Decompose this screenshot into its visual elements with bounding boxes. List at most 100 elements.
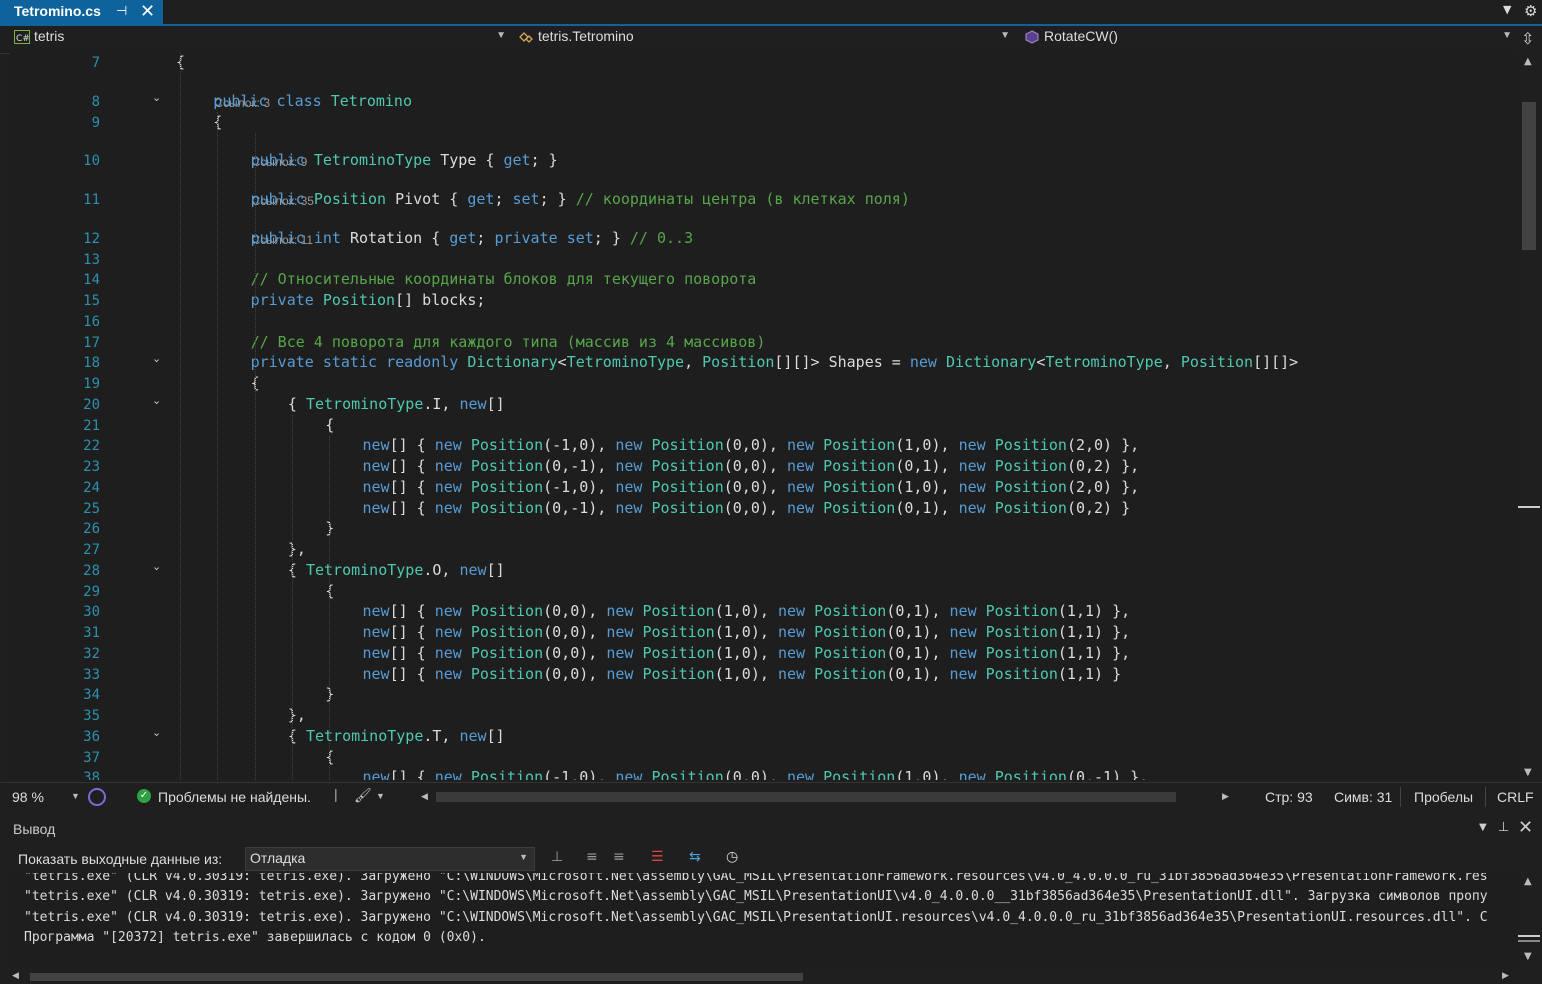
close-icon[interactable]: ✕ xyxy=(1518,817,1533,838)
code-line[interactable]: new[] { new Position(0,0), new Position(… xyxy=(363,665,1122,683)
caret-position-marker xyxy=(1518,506,1540,508)
indentation-mode[interactable]: Пробелы xyxy=(1414,789,1473,805)
chevron-down-icon[interactable]: ▼ xyxy=(1503,3,1511,16)
code-line[interactable]: new[] { new Position(-1,0), new Position… xyxy=(363,478,1140,496)
code-line[interactable]: new[] { new Position(-1,0), new Position… xyxy=(363,768,1149,780)
chevron-down-icon: ▼ xyxy=(519,852,528,862)
scrollbar-thumb[interactable] xyxy=(1522,102,1536,250)
chevron-down-icon[interactable]: ▼ xyxy=(1479,822,1487,833)
scrollbar-thumb[interactable] xyxy=(30,973,803,981)
code-token: Position xyxy=(642,623,715,641)
code-line[interactable]: private static readonly Dictionary<Tetro… xyxy=(251,353,1299,371)
code-line[interactable]: // Все 4 поворота для каждого типа (масс… xyxy=(251,333,766,351)
code-token: private xyxy=(250,291,323,309)
code-line[interactable]: // Относительные координаты блоков для т… xyxy=(251,270,757,288)
code-token: // Относительные координаты блоков для т… xyxy=(250,270,757,289)
code-line[interactable]: new[] { new Position(0,0), new Position(… xyxy=(363,623,1131,641)
scroll-right-icon[interactable]: ▶ xyxy=(1222,791,1229,802)
pin-icon[interactable]: ⊥ xyxy=(1498,820,1509,835)
fold-toggle-icon[interactable]: ⌄ xyxy=(152,726,161,739)
editor-horizontal-scrollbar[interactable] xyxy=(436,792,1176,802)
fold-toggle-icon[interactable]: ⌄ xyxy=(152,352,161,365)
close-icon[interactable]: ✕ xyxy=(140,1,155,22)
code-line[interactable]: private Position[] blocks; xyxy=(251,291,486,309)
fold-toggle-icon[interactable]: ⌄ xyxy=(152,394,161,407)
document-tab-title[interactable]: Tetromino.cs xyxy=(14,3,101,19)
code-line[interactable]: }, xyxy=(288,540,306,558)
scroll-down-icon[interactable]: ▼ xyxy=(1524,951,1532,962)
scroll-up-icon[interactable]: ▲ xyxy=(1524,876,1532,887)
code-line[interactable]: public int Rotation { get; private set; … xyxy=(251,229,694,247)
code-token: Position xyxy=(823,457,896,475)
pin-icon[interactable]: ⊣ xyxy=(116,4,127,19)
code-line[interactable]: }, xyxy=(288,706,306,724)
code-token: readonly xyxy=(386,353,468,372)
code-line[interactable]: public TetrominoType Type { get; } xyxy=(251,151,558,169)
line-ending-mode[interactable]: CRLF xyxy=(1497,789,1534,805)
chevron-down-icon: ▼ xyxy=(1000,30,1010,41)
output-horizontal-scrollbar[interactable]: ◀ ▶ xyxy=(0,968,1542,984)
zoom-level[interactable]: 98 % xyxy=(12,789,44,805)
output-line: "tetris.exe" (CLR v4.0.30319: tetris.exe… xyxy=(24,873,1488,884)
gear-icon[interactable]: ⚙ xyxy=(1524,2,1537,20)
word-wrap-icon[interactable]: ⇆ xyxy=(689,849,701,865)
indent-guide xyxy=(217,111,219,780)
code-editor[interactable]: 7{Ссылок: 3 8 ⌄ public class Tetromino 9{Ссы… xyxy=(10,53,1518,780)
previous-message-icon[interactable]: ≡ xyxy=(586,849,598,865)
code-token: (0,0), xyxy=(723,477,787,496)
code-line[interactable]: { TetrominoType.I, new[] xyxy=(288,395,505,413)
clear-all-icon[interactable]: ☰ xyxy=(651,849,664,865)
code-line[interactable]: new[] { new Position(0,0), new Position(… xyxy=(363,644,1131,662)
scroll-left-icon[interactable]: ◀ xyxy=(421,791,428,802)
code-line[interactable]: public class Tetromino xyxy=(213,92,412,110)
code-cleanup-icon[interactable]: 🖌 xyxy=(354,787,372,804)
scroll-up-icon[interactable]: ▲ xyxy=(1524,56,1532,67)
code-line[interactable]: { TetrominoType.T, new[] xyxy=(288,727,505,745)
code-token: Dictionary xyxy=(946,353,1037,372)
find-message-icon[interactable]: ⊥ xyxy=(551,849,563,865)
copilot-icon[interactable] xyxy=(88,788,106,806)
type-dropdown[interactable]: tetris.Tetromino ▼ xyxy=(514,28,1014,50)
code-token: [] { xyxy=(389,436,435,455)
line-indicator[interactable]: Стр: 93 xyxy=(1265,789,1313,805)
code-token: ; } xyxy=(539,190,576,208)
code-token: (1,1) }, xyxy=(1057,602,1131,621)
scroll-right-icon[interactable]: ▶ xyxy=(1502,971,1509,981)
code-token: new xyxy=(606,664,643,683)
next-message-icon[interactable]: ≡ xyxy=(613,849,625,865)
output-text-area[interactable]: "tetris.exe" (CLR v4.0.30319: tetris.exe… xyxy=(10,873,1518,968)
code-line[interactable]: public Position Pivot { get; set; } // к… xyxy=(251,190,910,208)
code-token: Dictionary xyxy=(467,353,558,372)
scrollbar-thumb[interactable] xyxy=(1518,940,1540,942)
check-circle-icon: ✓ xyxy=(137,789,151,803)
output-source-select[interactable]: Отладка ▼ xyxy=(245,847,535,871)
code-line[interactable]: new[] { new Position(0,-1), new Position… xyxy=(363,457,1140,475)
code-line[interactable]: { TetrominoType.O, new[] xyxy=(288,561,505,579)
column-indicator[interactable]: Симв: 31 xyxy=(1334,789,1392,805)
code-token: public xyxy=(250,228,314,247)
clock-icon[interactable]: ◷ xyxy=(726,849,738,865)
code-token: new xyxy=(786,768,824,780)
problems-status[interactable]: Проблемы не найдены. xyxy=(158,789,311,805)
chevron-down-icon[interactable]: ▼ xyxy=(71,791,80,801)
code-line[interactable]: new[] { new Position(0,-1), new Position… xyxy=(363,499,1131,517)
code-line[interactable]: new[] { new Position(-1,0), new Position… xyxy=(363,436,1140,454)
scrollbar-thumb[interactable] xyxy=(1518,935,1540,937)
scroll-left-icon[interactable]: ◀ xyxy=(12,971,19,981)
project-dropdown[interactable]: C# tetris ▼ xyxy=(10,28,510,50)
scroll-down-icon[interactable]: ▼ xyxy=(1524,767,1532,778)
member-dropdown[interactable]: RotateCW() ▼ xyxy=(1020,28,1516,50)
chevron-down-icon[interactable]: ▼ xyxy=(376,791,385,801)
code-line[interactable]: new[] { new Position(0,0), new Position(… xyxy=(363,602,1131,620)
split-window-icon[interactable]: ⇳ xyxy=(1521,29,1534,48)
code-line[interactable]: { xyxy=(325,416,334,434)
code-token: { xyxy=(325,415,335,434)
code-token: new xyxy=(434,768,471,780)
line-number: 26 xyxy=(83,521,100,538)
code-token: new xyxy=(958,498,995,517)
line-number: 11 xyxy=(83,192,100,208)
fold-toggle-icon[interactable]: ⌄ xyxy=(152,91,161,104)
line-number: 17 xyxy=(83,334,100,351)
fold-toggle-icon[interactable]: ⌄ xyxy=(152,560,161,573)
chevron-down-icon: ▼ xyxy=(496,30,506,41)
